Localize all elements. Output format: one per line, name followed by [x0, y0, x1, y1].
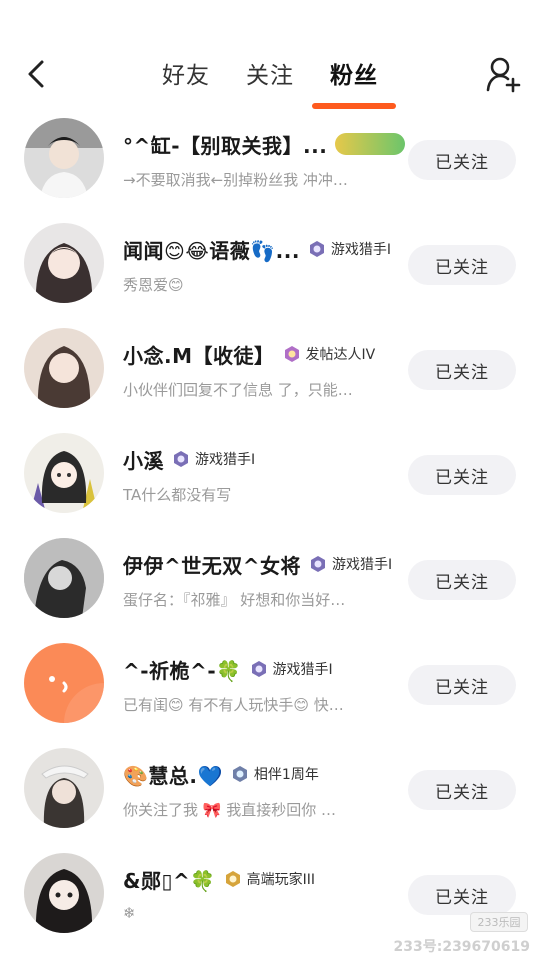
list-item[interactable]: °^缸-【别取关我】... →不要取消我←别掉粉丝我 冲冲… 已关注: [0, 113, 540, 218]
level-badge: [335, 133, 406, 155]
follower-name: 🎨慧总.💙: [123, 763, 223, 788]
active-tab-indicator: [312, 103, 396, 109]
hunter-badge-icon: [174, 451, 188, 467]
avatar[interactable]: [24, 538, 104, 618]
follower-signature: 蛋仔名：『祁雅』 好想和你当好…: [123, 591, 346, 609]
achievement-badge: 游戏猎手I: [172, 449, 255, 469]
avatar[interactable]: [24, 433, 104, 513]
achievement-badge: 游戏猎手I: [308, 239, 391, 259]
list-item[interactable]: 🎨慧总.💙 相伴1周年 你关注了我 🎀 我直接秒回你 … 已关注: [0, 743, 540, 848]
top-bar: 好友 关注 粉丝: [0, 0, 540, 112]
list-item[interactable]: ^-祈桅^-🍀 游戏猎手I 已有闺😊 有不有人玩快手😊 快… 已关注: [0, 638, 540, 743]
tab-followers[interactable]: 粉丝: [330, 56, 378, 90]
follower-name: °^缸-【别取关我】...: [123, 133, 328, 158]
follower-name: 小溪: [123, 448, 164, 473]
avatar[interactable]: [24, 223, 104, 303]
tab-friends[interactable]: 好友: [162, 56, 210, 90]
tab-bar: 好友 关注 粉丝: [0, 52, 540, 96]
watermark-logo: 233乐园: [470, 912, 528, 932]
followed-button[interactable]: 已关注: [408, 140, 516, 180]
watermark-id: 233号:239670619: [393, 939, 531, 955]
add-friend-button[interactable]: [484, 54, 524, 94]
avatar[interactable]: [24, 853, 104, 933]
avatar[interactable]: [24, 328, 104, 408]
elite-player-badge-icon: [225, 871, 240, 887]
followed-button[interactable]: 已关注: [408, 665, 516, 705]
follower-name: &郧▯^🍀: [123, 868, 216, 893]
achievement-badge: 游戏猎手I: [250, 659, 333, 679]
list-item[interactable]: 小念.M【收徒】 发帖达人IV 小伙伴们回复不了信息 了，只能… 已关注: [0, 323, 540, 428]
followed-button[interactable]: 已关注: [408, 875, 516, 915]
followed-button[interactable]: 已关注: [408, 245, 516, 285]
follower-name: 小念.M【收徒】: [123, 343, 275, 368]
tab-following[interactable]: 关注: [246, 56, 294, 90]
achievement-badge: 高端玩家III: [224, 869, 315, 889]
achievement-badge: 发帖达人IV: [283, 344, 375, 364]
follower-name: ^-祈桅^-🍀: [123, 658, 242, 683]
followed-button[interactable]: 已关注: [408, 770, 516, 810]
hunter-badge-icon: [251, 661, 266, 677]
list-item[interactable]: 小溪 游戏猎手I TA什么都没有写 已关注: [0, 428, 540, 533]
list-item[interactable]: 闻闻😊😂语薇👣... 游戏猎手I 秀恩爱😊 已关注: [0, 218, 540, 323]
hunter-badge-icon: [309, 241, 324, 257]
list-item[interactable]: 伊伊^世无双^女将 游戏猎手I 蛋仔名：『祁雅』 好想和你当好… 已关注: [0, 533, 540, 638]
follower-name: 闻闻😊😂语薇👣...: [123, 238, 300, 263]
follower-name: 伊伊^世无双^女将: [123, 553, 302, 578]
followed-button[interactable]: 已关注: [408, 455, 516, 495]
follower-signature: 秀恩爱😊: [123, 276, 184, 294]
achievement-badge: 游戏猎手I: [309, 554, 392, 574]
followed-button[interactable]: 已关注: [408, 560, 516, 600]
poster-badge-icon: [284, 346, 299, 362]
follower-signature: 小伙伴们回复不了信息 了，只能…: [123, 381, 353, 399]
avatar[interactable]: [24, 643, 104, 723]
follower-signature: ❄: [123, 904, 136, 922]
achievement-badge: 相伴1周年: [231, 764, 319, 784]
follower-signature: 已有闺😊 有不有人玩快手😊 快…: [123, 696, 344, 714]
anniversary-badge-icon: [232, 766, 247, 782]
hunter-badge-icon: [311, 556, 326, 572]
follower-signature: TA什么都没有写: [123, 486, 232, 504]
follower-signature: →不要取消我←别掉粉丝我 冲冲…: [123, 171, 348, 189]
add-user-icon: [486, 57, 521, 93]
followed-button[interactable]: 已关注: [408, 350, 516, 390]
avatar[interactable]: [24, 118, 104, 198]
follower-signature: 你关注了我 🎀 我直接秒回你 …: [123, 801, 336, 819]
avatar[interactable]: [24, 748, 104, 828]
